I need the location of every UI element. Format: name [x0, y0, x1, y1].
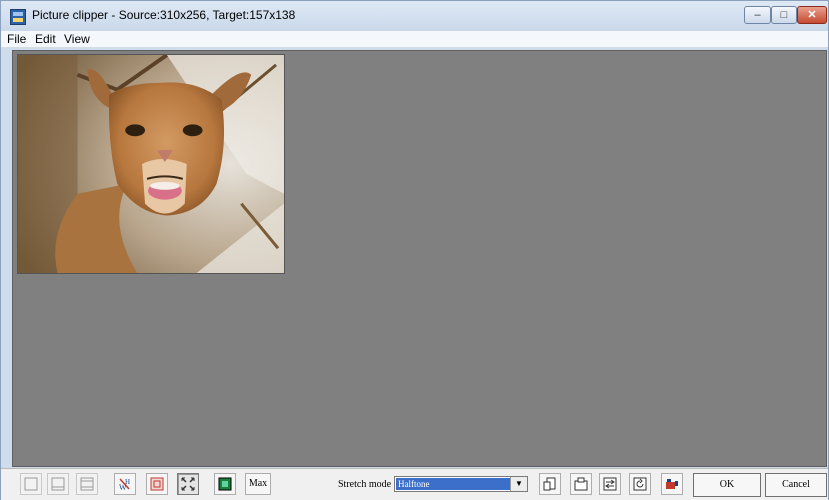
picture-clipper-window: Picture clipper - Source:310x256, Target… — [0, 0, 829, 500]
stretch-mode-label: Stretch mode — [338, 479, 392, 490]
frame-button-3[interactable] — [76, 473, 98, 495]
cougar-photo — [18, 55, 284, 273]
copy-button[interactable] — [539, 473, 561, 495]
frame-icon — [80, 477, 94, 491]
stretch-mode-select[interactable]: Halftone ▼ — [394, 476, 528, 492]
rotate-icon — [603, 477, 617, 491]
camera-button[interactable] — [661, 473, 683, 495]
rotate-icon — [574, 477, 588, 491]
minimize-button[interactable]: – — [744, 6, 771, 24]
frame-icon — [51, 477, 65, 491]
frame-button-1[interactable] — [20, 473, 42, 495]
frame-icon — [24, 477, 38, 491]
color-button[interactable] — [214, 473, 236, 495]
fit-width-button[interactable]: WH — [114, 473, 136, 495]
expand-icon — [181, 477, 195, 491]
rotate-icon — [543, 477, 556, 491]
menu-file[interactable]: File — [7, 32, 26, 46]
svg-text:H: H — [125, 478, 130, 486]
cancel-button[interactable]: Cancel — [765, 473, 827, 497]
app-icon[interactable] — [10, 9, 26, 25]
rotate-button[interactable] — [629, 473, 651, 495]
title-bar[interactable]: Picture clipper - Source:310x256, Target… — [1, 1, 828, 31]
bottom-toolbar: WH Max Stretch mode Halftone ▼ OK Cancel — [1, 468, 828, 500]
menu-edit[interactable]: Edit — [35, 32, 56, 46]
stretch-mode-value: Halftone — [396, 478, 510, 490]
paste-button[interactable] — [570, 473, 592, 495]
frame-button-2[interactable] — [47, 473, 69, 495]
camera-icon — [666, 479, 678, 489]
fit-width-icon: WH — [119, 478, 130, 492]
window-title: Picture clipper - Source:310x256, Target… — [32, 8, 296, 22]
fit-box-button[interactable] — [146, 473, 168, 495]
expand-button[interactable] — [177, 473, 199, 495]
rotate-icon — [633, 477, 647, 491]
color-swatch-icon — [218, 477, 232, 491]
clipped-picture[interactable] — [17, 54, 285, 274]
menu-view[interactable]: View — [64, 32, 90, 46]
max-button[interactable]: Max — [245, 473, 271, 495]
dropdown-arrow-icon[interactable]: ▼ — [510, 477, 527, 491]
close-button[interactable]: ✕ — [797, 6, 827, 24]
menu-bar: File Edit View — [1, 31, 828, 48]
maximize-button[interactable]: □ — [771, 6, 797, 24]
ok-button[interactable]: OK — [693, 473, 761, 497]
flip-button[interactable] — [599, 473, 621, 495]
fit-box-icon — [150, 477, 164, 491]
